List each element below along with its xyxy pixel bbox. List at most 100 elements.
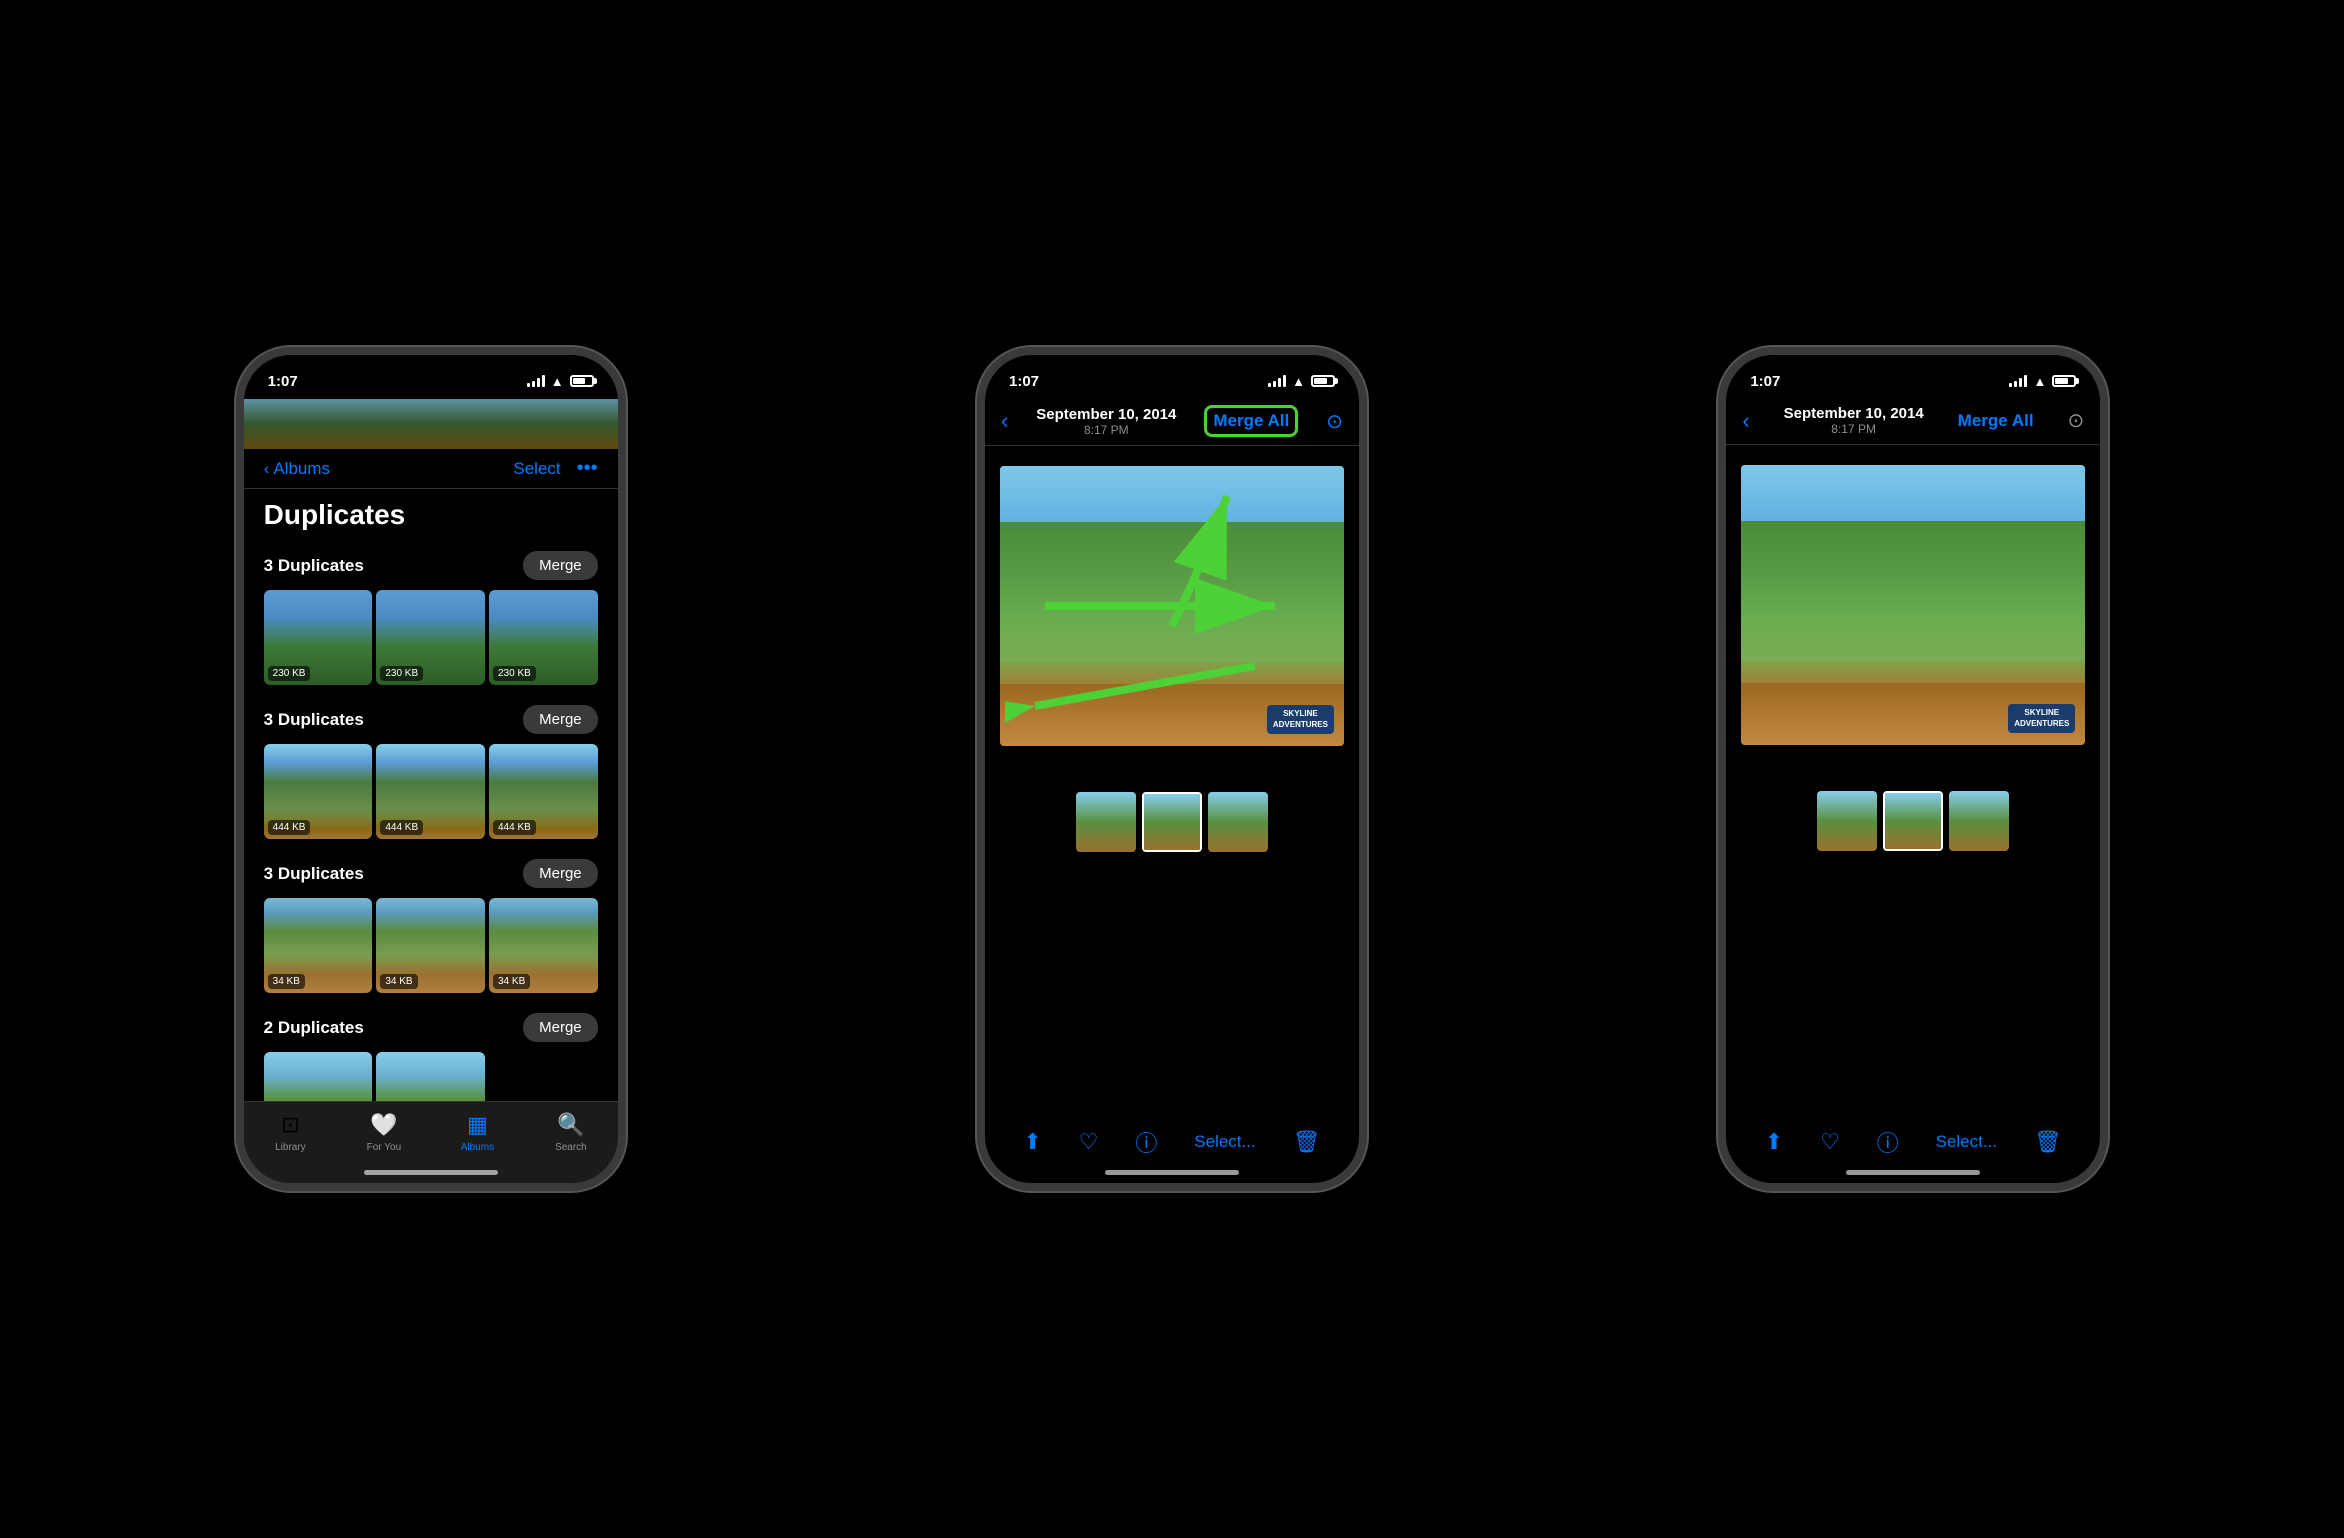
nav-bar-detail-3: ‹ September 10, 2014 8:17 PM Merge All ⊙ [1726, 399, 2100, 445]
strip-img-2-1 [1076, 792, 1136, 852]
photo-size-3-3: 34 KB [493, 974, 530, 989]
more-button-2[interactable]: ⊙ [1326, 409, 1343, 434]
strip-thumb-3-1[interactable] [1817, 791, 1877, 851]
status-icons-2: ▲ [1268, 374, 1335, 389]
back-button-2[interactable]: ‹ [1001, 408, 1008, 434]
phone-1: 1:07 ▲ ‹ Albums Select ••• [236, 347, 626, 1191]
select-button[interactable]: Select [513, 459, 560, 479]
albums-icon: ▦ [467, 1112, 488, 1138]
main-photo-area-3[interactable]: SKYLINEADVENTURES [1726, 445, 2100, 775]
share-button-2[interactable]: ⬆ [1023, 1129, 1041, 1155]
time-3: 1:07 [1750, 373, 1780, 390]
merge-all-button-2[interactable]: Merge All [1213, 411, 1289, 431]
photo-thumb-2-2[interactable]: 444 KB [376, 744, 485, 839]
share-button-3[interactable]: ⬆ [1765, 1129, 1783, 1155]
phone-3: 1:07 ▲ ‹ September 10, 2014 8:17 PM Merg… [1718, 347, 2108, 1191]
photo-row-2: 444 KB 444 KB 444 KB [264, 744, 598, 839]
status-icons-3: ▲ [2009, 374, 2076, 389]
select-button-3[interactable]: Select... [1936, 1132, 1997, 1152]
photo-highlight-box [376, 744, 485, 839]
photo-thumb-3-3[interactable]: 34 KB [489, 898, 598, 993]
wifi-icon-3: ▲ [2033, 374, 2046, 389]
select-button-2[interactable]: Select... [1194, 1132, 1255, 1152]
photo-thumb-3-1[interactable]: 34 KB [264, 898, 373, 993]
favorite-button-3[interactable]: ♡ [1820, 1129, 1840, 1155]
merge-button-3[interactable]: Merge [523, 859, 598, 888]
phone-2: 1:07 ▲ ‹ September 10, 2014 8:17 PM Merg… [977, 347, 1367, 1191]
main-photo-2[interactable]: SKYLINEADVENTURES [1000, 466, 1344, 746]
tab-search-label: Search [555, 1142, 587, 1153]
main-photo-3[interactable]: SKYLINEADVENTURES [1741, 465, 2085, 745]
home-indicator-2 [1105, 1170, 1239, 1175]
tab-for-you[interactable]: 🤍 For You [354, 1112, 414, 1153]
group-header-1: 3 Duplicates Merge [264, 551, 598, 580]
photo-thumb-1-3[interactable]: 230 KB [489, 590, 598, 685]
more-button-3[interactable]: ⊙ [2068, 408, 2085, 433]
strip-thumb-2-2[interactable] [1142, 792, 1202, 852]
trees [1000, 522, 1344, 662]
skyline-logo-3: SKYLINEADVENTURES [2008, 704, 2075, 733]
library-icon: ⊡ [281, 1112, 299, 1138]
group-header-4: 2 Duplicates Merge [264, 1013, 598, 1042]
info-button-3[interactable]: ⓘ [1877, 1126, 1899, 1158]
nav-time-2: 8:17 PM [1036, 423, 1176, 437]
photo-row-4 [264, 1052, 598, 1102]
time-2: 1:07 [1009, 373, 1039, 390]
tab-albums[interactable]: ▦ Albums [447, 1112, 507, 1153]
delete-button-2[interactable]: 🗑 [1293, 1129, 1321, 1155]
main-photo-bg-3: SKYLINEADVENTURES [1741, 465, 2085, 745]
tab-library[interactable]: ⊡ Library [260, 1112, 320, 1153]
time-1: 1:07 [268, 373, 298, 390]
group-header-3: 3 Duplicates Merge [264, 859, 598, 888]
duplicate-group-4: 2 Duplicates Merge [244, 1001, 618, 1110]
group-title-1: 3 Duplicates [264, 556, 364, 576]
strip-img-2-3 [1208, 792, 1268, 852]
photo-thumb-2-3[interactable]: 444 KB [489, 744, 598, 839]
duplicate-group-2: 3 Duplicates Merge 444 KB 444 KB 444 KB [244, 693, 618, 847]
group-title-4: 2 Duplicates [264, 1018, 364, 1038]
main-photo-area-2[interactable]: SKYLINEADVENTURES [985, 446, 1359, 776]
bottom-toolbar-3: ⬆ ♡ ⓘ Select... 🗑 [1726, 1126, 2100, 1158]
duplicates-list: 3 Duplicates Merge 230 KB 230 KB 230 KB [244, 539, 618, 1130]
photo-thumb-1-2[interactable]: 230 KB [376, 590, 485, 685]
info-button-2[interactable]: ⓘ [1135, 1126, 1157, 1158]
search-icon: 🔍 [557, 1112, 584, 1138]
wifi-icon: ▲ [551, 374, 564, 389]
tab-search[interactable]: 🔍 Search [541, 1112, 601, 1153]
status-icons-1: ▲ [527, 374, 594, 389]
merge-button-4[interactable]: Merge [523, 1013, 598, 1042]
strip-thumb-2-3[interactable] [1208, 792, 1268, 852]
for-you-icon: 🤍 [370, 1112, 397, 1138]
merge-button-2[interactable]: Merge [523, 705, 598, 734]
strip-img-3-1 [1817, 791, 1877, 851]
notch-3 [1848, 355, 1978, 385]
photo-thumb-3-2[interactable]: 34 KB [376, 898, 485, 993]
back-button-3[interactable]: ‹ [1742, 408, 1749, 434]
photo-row-3: 34 KB 34 KB 34 KB [264, 898, 598, 993]
photo-thumb-4-1[interactable] [264, 1052, 373, 1102]
photo-thumb-2-1[interactable]: 444 KB [264, 744, 373, 839]
merge-all-button-3[interactable]: Merge All [1958, 411, 2034, 431]
delete-button-3[interactable]: 🗑 [2034, 1129, 2062, 1155]
group-title-2: 3 Duplicates [264, 710, 364, 730]
strip-img-2-2 [1144, 794, 1200, 850]
battery-icon [570, 375, 594, 387]
merge-all-highlight-box: Merge All [1204, 405, 1298, 437]
merge-button-1[interactable]: Merge [523, 551, 598, 580]
duplicate-group-3: 3 Duplicates Merge 34 KB 34 KB 34 KB [244, 847, 618, 1001]
favorite-button-2[interactable]: ♡ [1079, 1129, 1099, 1155]
trees-3 [1741, 521, 2085, 661]
more-button[interactable]: ••• [577, 457, 598, 480]
tab-albums-label: Albums [461, 1142, 494, 1153]
photo-thumb-1-1[interactable]: 230 KB [264, 590, 373, 685]
back-button[interactable]: ‹ Albums [264, 459, 330, 479]
group-header-2: 3 Duplicates Merge [264, 705, 598, 734]
nav-date-2: September 10, 2014 [1036, 406, 1176, 423]
photo-thumb-4-2[interactable] [376, 1052, 485, 1102]
strip-thumb-3-3[interactable] [1949, 791, 2009, 851]
strip-thumb-3-2[interactable] [1883, 791, 1943, 851]
screen-2: 1:07 ▲ ‹ September 10, 2014 8:17 PM Merg… [985, 355, 1359, 1183]
nav-bar-detail-2: ‹ September 10, 2014 8:17 PM Merge All ⊙ [985, 399, 1359, 446]
strip-thumb-2-1[interactable] [1076, 792, 1136, 852]
photo-row-1: 230 KB 230 KB 230 KB [264, 590, 598, 685]
